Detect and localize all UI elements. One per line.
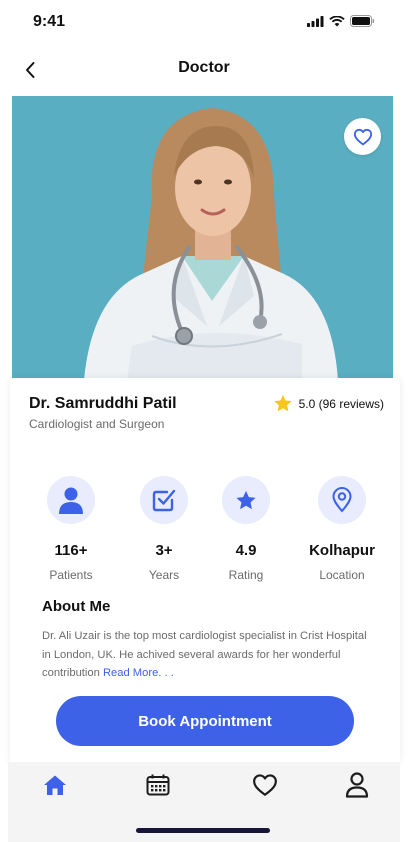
profile-icon — [345, 772, 369, 798]
home-indicator[interactable] — [136, 828, 270, 833]
doctor-specialty: Cardiologist and Surgeon — [29, 417, 165, 431]
stat-patients: 116+ Patients — [31, 476, 111, 582]
header: Doctor — [0, 50, 408, 90]
status-time: 9:41 — [33, 13, 66, 30]
read-more-link[interactable]: Read More. . . — [103, 667, 174, 679]
nav-home[interactable] — [37, 770, 73, 800]
doctor-portrait-illustration — [12, 96, 393, 380]
about-title: About Me — [42, 598, 111, 615]
signal-icon — [307, 15, 324, 27]
page-title: Doctor — [178, 59, 230, 76]
star-icon — [273, 394, 292, 412]
stat-location: Kolhapur Location — [302, 476, 382, 582]
doctor-photo — [12, 96, 393, 380]
rating-text: 5.0 (96 reviews) — [298, 396, 384, 411]
home-icon — [44, 775, 66, 795]
battery-icon — [350, 15, 375, 27]
user-icon — [59, 487, 83, 514]
stat-value: 3+ — [155, 542, 173, 559]
stat-years: 3+ Years — [124, 476, 204, 582]
stat-rating: 4.9 Rating — [206, 476, 286, 582]
book-appointment-button[interactable]: Book Appointment — [56, 696, 354, 746]
stat-value: 4.9 — [235, 542, 257, 559]
doctor-info-card: Dr. Samruddhi Patil Cardiologist and Sur… — [10, 378, 400, 764]
stat-label: Location — [319, 568, 365, 582]
location-pin-icon — [332, 487, 352, 513]
calendar-icon — [146, 774, 170, 796]
stat-icon-bg — [318, 476, 366, 524]
nav-favorites[interactable] — [247, 770, 283, 800]
about-text: Dr. Ali Uzair is the top most cardiologi… — [42, 627, 372, 683]
stat-label: Rating — [228, 568, 264, 582]
stat-icon-bg — [47, 476, 95, 524]
star-icon — [236, 490, 256, 509]
status-bar: 9:41 — [0, 0, 408, 44]
nav-calendar[interactable] — [140, 770, 176, 800]
about-body: Dr. Ali Uzair is the top most cardiologi… — [42, 630, 367, 679]
stat-value: 116+ — [54, 542, 88, 559]
checkbox-icon — [152, 489, 176, 512]
doctor-name: Dr. Samruddhi Patil — [29, 395, 177, 412]
wifi-icon — [329, 15, 345, 26]
stat-label: Years — [148, 568, 180, 582]
stat-icon-bg — [222, 476, 270, 524]
stat-label: Patients — [49, 568, 93, 582]
rating-summary: 5.0 (96 reviews) — [273, 394, 384, 413]
stat-value: Kolhapur — [309, 542, 375, 559]
nav-profile[interactable] — [339, 770, 375, 800]
heart-icon — [253, 774, 277, 796]
favorite-button[interactable] — [344, 118, 381, 155]
stat-icon-bg — [140, 476, 188, 524]
status-icons — [307, 15, 375, 27]
heart-icon — [353, 128, 372, 145]
